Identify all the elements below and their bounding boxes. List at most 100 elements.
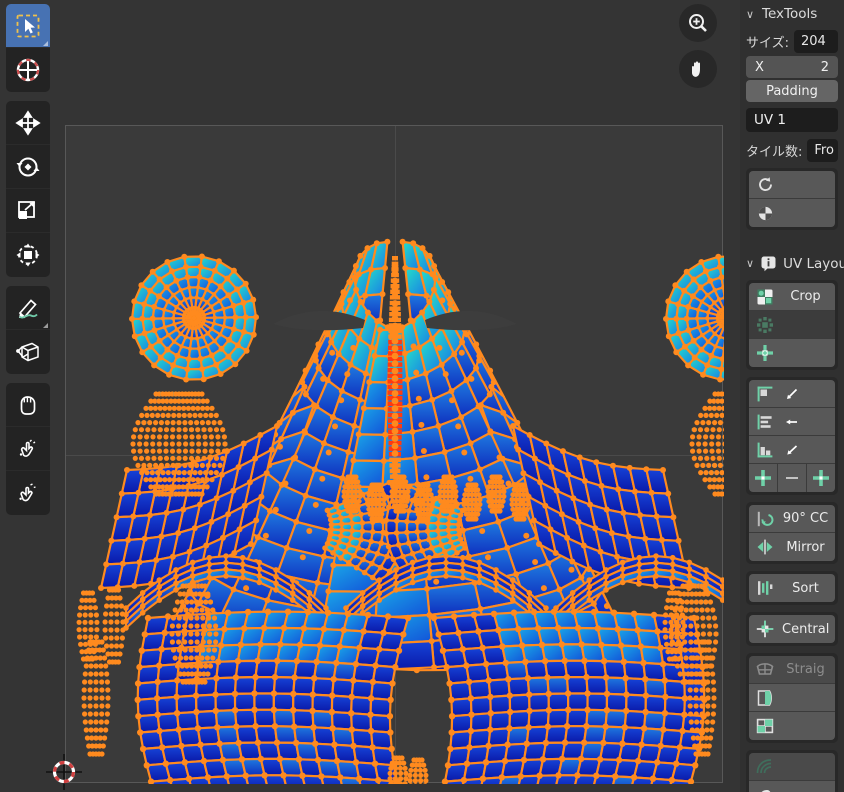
tiles-value-field[interactable]: Fro (807, 139, 838, 162)
chevron-down-icon: ∨ (746, 7, 755, 21)
minus-icon (782, 468, 802, 488)
pencil-annotate-icon (18, 298, 38, 318)
uvlayout-panel-title: UV Layou (783, 255, 844, 272)
cursor-tool[interactable] (6, 48, 50, 92)
sort-bars-icon (755, 578, 775, 598)
reload-textures-button[interactable] (749, 171, 835, 199)
rectify-button[interactable] (749, 684, 835, 712)
nudge-cross-icon (811, 468, 831, 488)
unwrap-grid-button[interactable] (749, 712, 835, 740)
size-row: サイズ: 204 (746, 30, 838, 53)
straighten-icon (755, 660, 775, 680)
magnifier-plus-icon (689, 14, 707, 32)
uvlayout-panel-header[interactable]: ∨ UV Layou (740, 249, 844, 278)
transform-icon (16, 243, 40, 267)
grab-tool[interactable] (6, 383, 50, 427)
scale-tool[interactable] (6, 189, 50, 233)
textools-panel-title: TexTools (762, 6, 818, 22)
curve-smooth-icon (755, 757, 775, 777)
viewport-gizmos[interactable] (679, 4, 717, 96)
align-corner-button[interactable] (749, 380, 835, 408)
nudge-all-button[interactable] (749, 464, 778, 492)
padding-button[interactable]: Padding (746, 80, 838, 102)
chevron-down-icon: ∨ (746, 257, 755, 270)
rectify-icon (755, 688, 775, 708)
rotate-tool[interactable] (6, 145, 50, 189)
annotate-tool[interactable] (6, 286, 50, 330)
nudge-cross-icon (753, 468, 773, 488)
tool-group-select (6, 4, 54, 92)
size-value-field[interactable]: 204 (794, 30, 838, 53)
center-button[interactable] (749, 339, 835, 367)
rotate-ccw-icon (755, 509, 775, 529)
properties-sidebar[interactable]: ∨ TexTools サイズ: 204 X 2 Padding UV 1 タイル… (740, 0, 844, 792)
move-tool[interactable] (6, 101, 50, 145)
tool-group-transform (6, 101, 54, 277)
iron-icon (755, 785, 775, 792)
move-arrows-icon (15, 109, 41, 136)
sort-button[interactable]: Sort (749, 574, 835, 602)
rip-region-cube-icon (16, 342, 39, 362)
uvlayout-group-place: Crop (746, 280, 838, 370)
uvlayout-group-straighten: Straig (746, 653, 838, 743)
uv-toolbar[interactable] (6, 4, 54, 524)
hand-pinch-icon (19, 483, 36, 502)
info-icon (760, 255, 777, 272)
fill-button[interactable] (749, 311, 835, 339)
pinch-tool[interactable] (6, 471, 50, 515)
mirror-button[interactable]: Mirror (749, 533, 835, 561)
textools-panel-header[interactable]: ∨ TexTools (740, 0, 844, 28)
fill-dots-icon (755, 315, 775, 335)
diagonal-arrow-down-icon (782, 440, 802, 460)
centralize-button[interactable]: Central (749, 615, 835, 643)
uv-mesh-canvas (76, 238, 724, 784)
uvlayout-group-align (746, 377, 838, 495)
transform-tool[interactable] (6, 233, 50, 277)
tool-group-annotate (6, 286, 54, 374)
rip-region-tool[interactable] (6, 330, 50, 374)
align-bottom-button[interactable] (749, 436, 835, 464)
crop-label: Crop (790, 289, 821, 304)
smooth-button[interactable] (749, 753, 835, 781)
straighten-label: Straig (786, 662, 825, 677)
tiles-row: タイル数: Fro (746, 139, 838, 162)
relax-tool[interactable] (6, 427, 50, 471)
tool-group-sculpt (6, 383, 54, 515)
cursor-arrow-box-icon (16, 14, 40, 37)
nudge-horizontal-button[interactable] (778, 464, 807, 492)
mirror-icon (755, 537, 775, 557)
checker-map-button[interactable] (749, 199, 835, 227)
straighten-button[interactable]: Straig (749, 656, 835, 684)
rotate-90-ccw-button[interactable]: 90° CC (749, 505, 835, 533)
size-x-value: 2 (820, 59, 829, 75)
diagonal-arrow-icon (782, 384, 802, 404)
align-left-button[interactable] (749, 408, 835, 436)
uv-editor-viewport[interactable] (0, 0, 740, 792)
tweak-select-tool[interactable] (6, 4, 50, 48)
sort-label: Sort (792, 580, 819, 596)
size-x-field[interactable]: X 2 (746, 56, 838, 78)
uvlayout-group-rotate: 90° CC Mirror (746, 502, 838, 564)
pan-gizmo[interactable] (679, 50, 717, 88)
uvlayout-panel-body: Crop 90° CC Mirror Sort Central Straig (740, 278, 844, 792)
uvlayout-group-sort: Sort (746, 571, 838, 605)
uv-map-name-field[interactable]: UV 1 (746, 108, 838, 132)
textools-panel-body: サイズ: 204 X 2 Padding UV 1 タイル数: Fro (740, 28, 844, 243)
mirror-label: Mirror (786, 539, 825, 555)
hand-fist-icon (20, 395, 36, 415)
size-label: サイズ: (746, 36, 789, 51)
uv-image-area[interactable] (65, 125, 724, 784)
arrow-left-icon (782, 412, 802, 432)
iron-button[interactable] (749, 781, 835, 792)
textools-action-strip (746, 168, 838, 230)
crop-button[interactable]: Crop (749, 283, 835, 311)
grid-quad-icon (755, 716, 775, 736)
nudge-row (749, 464, 835, 492)
align-corner-icon (755, 384, 775, 404)
tool-corner-indicator (43, 323, 48, 328)
rotate-icon (16, 157, 40, 176)
zoom-gizmo[interactable] (679, 4, 717, 42)
uvlayout-group-smooth (746, 750, 838, 792)
center-cross-icon (755, 343, 775, 363)
nudge-vertical-button[interactable] (807, 464, 835, 492)
